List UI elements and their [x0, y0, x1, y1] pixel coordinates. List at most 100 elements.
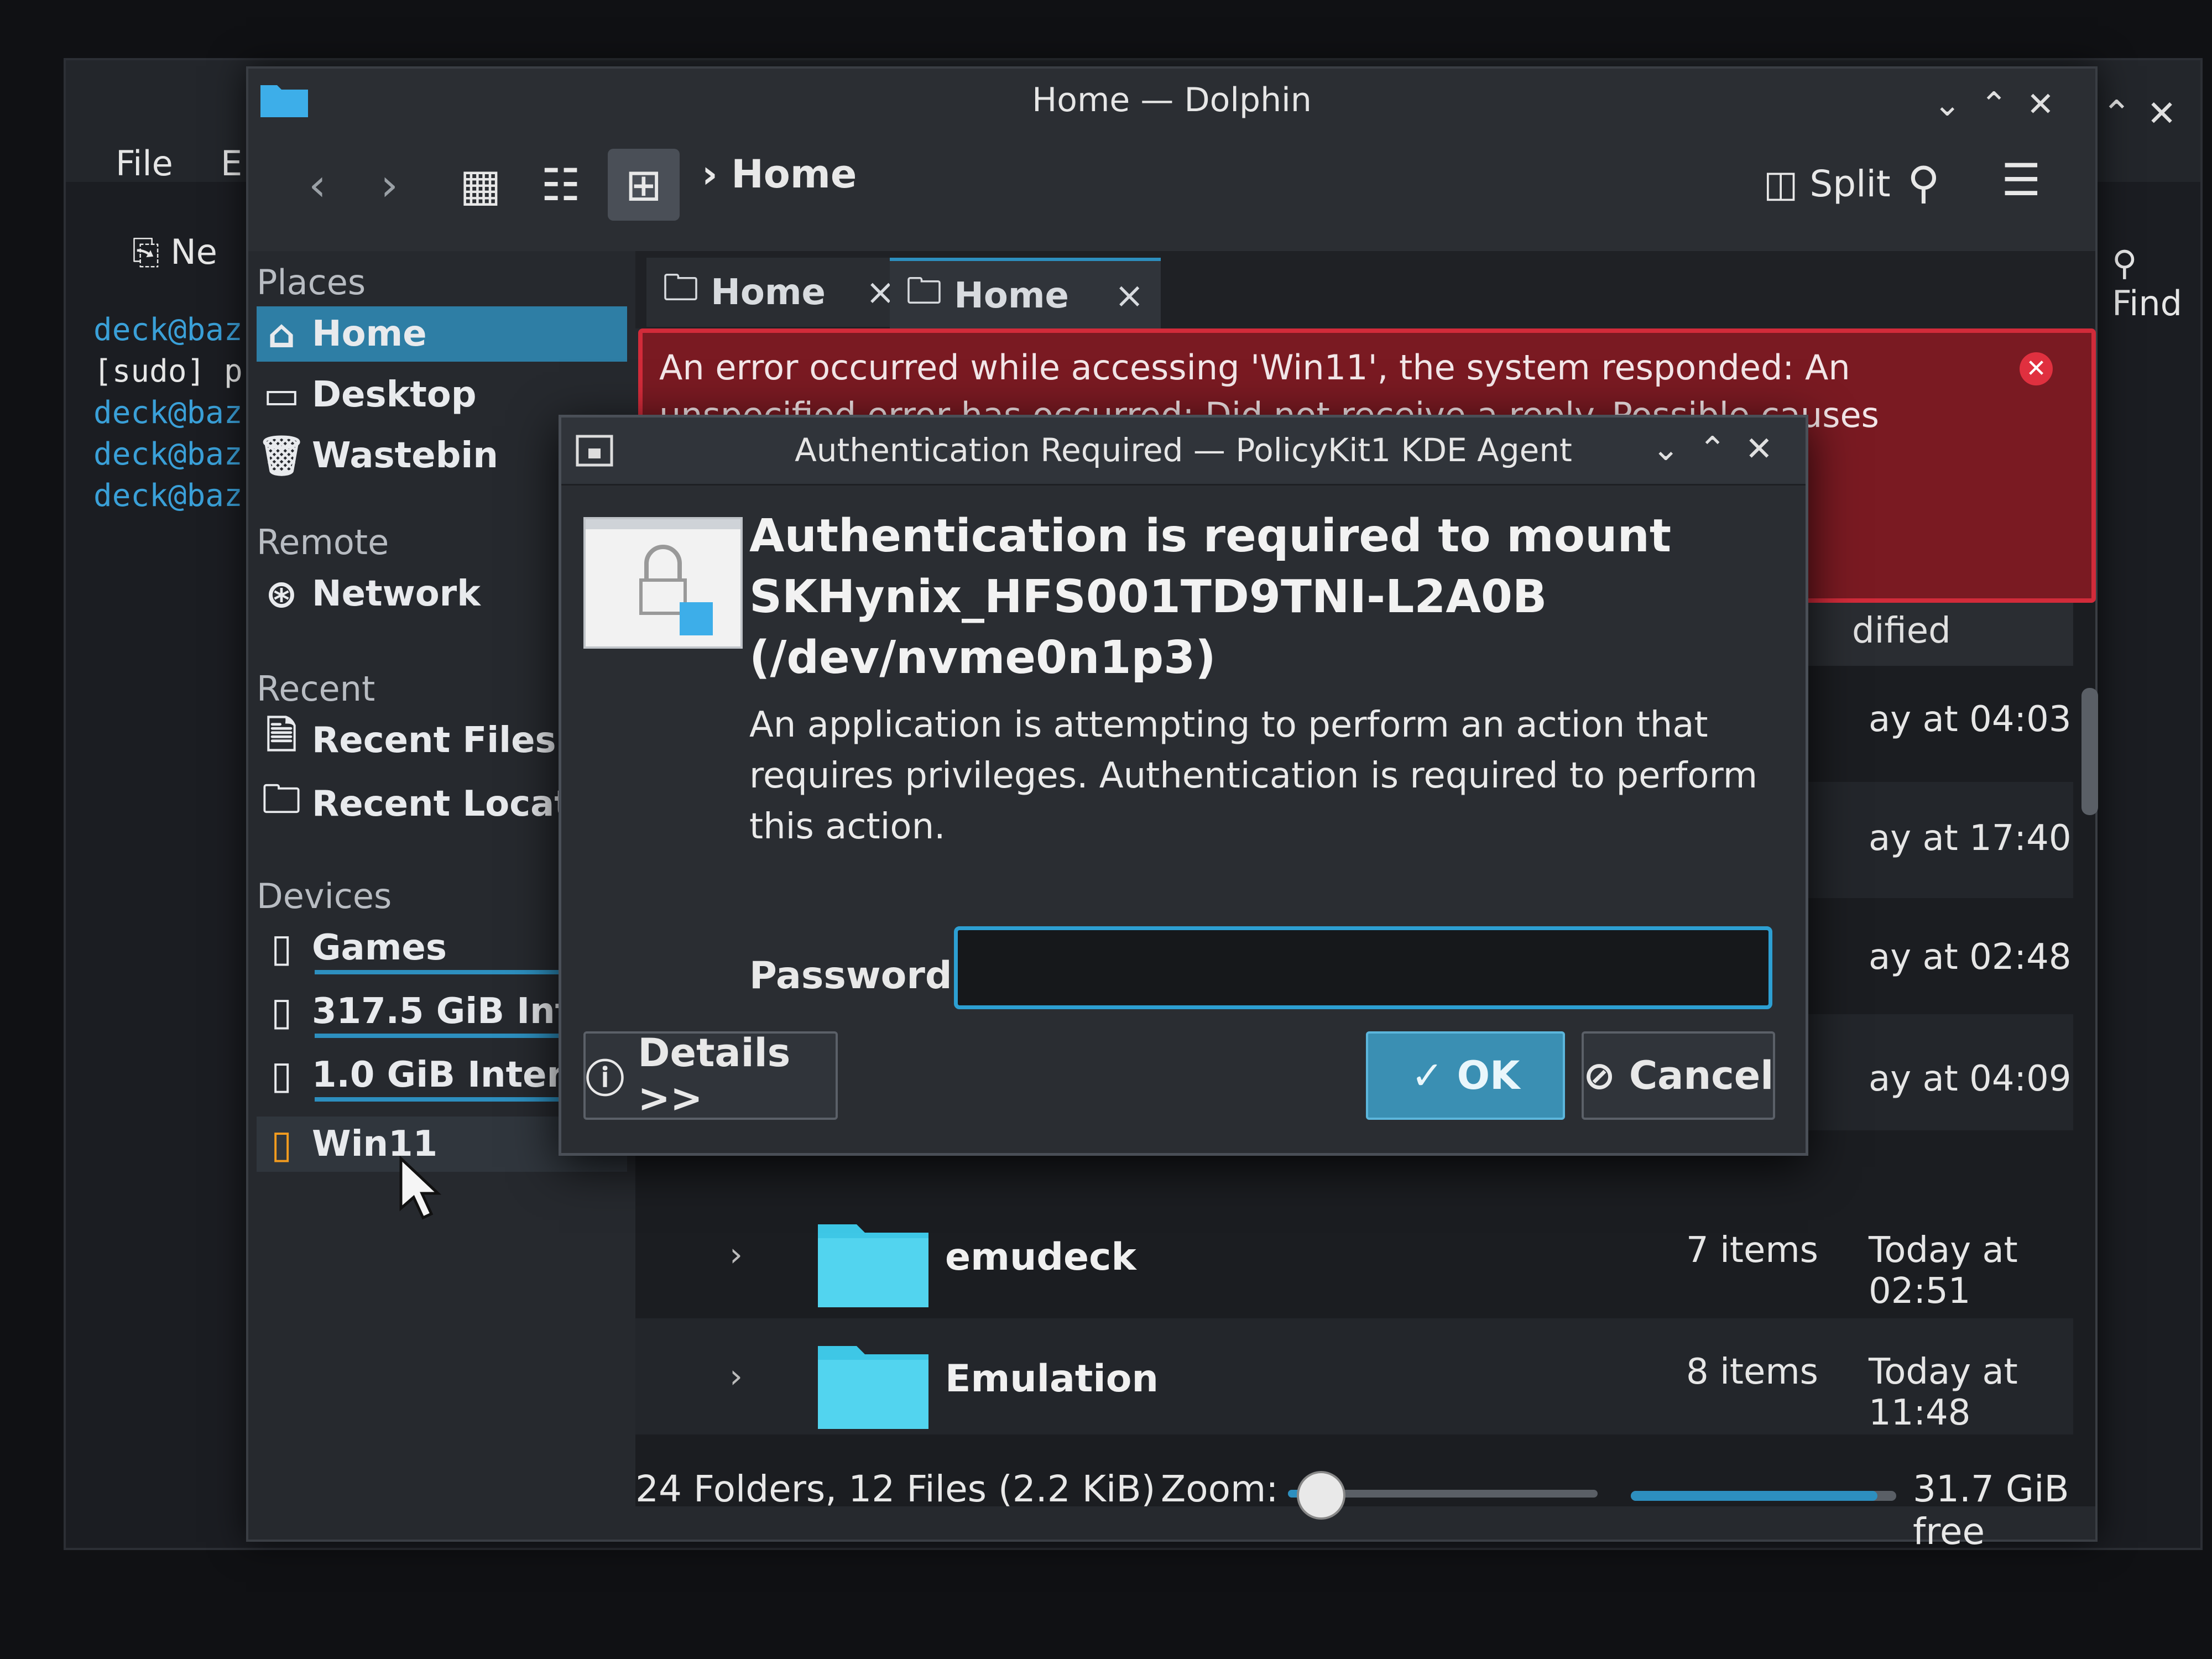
trash-icon: 🗑: [257, 432, 306, 478]
terminal-line: deck@baz: [93, 436, 243, 472]
grid-view-icon: ▦: [460, 159, 502, 211]
row-date: ay at 04:03: [1869, 699, 2072, 740]
places-item-label: Desktop: [312, 374, 477, 415]
breadcrumb-home[interactable]: Home: [731, 152, 857, 197]
ok-label: OK: [1457, 1053, 1520, 1098]
auth-window-controls: ⌄⌃✕: [1652, 430, 1792, 468]
dolphin-window-title: Home — Dolphin: [1032, 81, 1312, 119]
zoom-slider-handle[interactable]: [1297, 1471, 1345, 1520]
drive-error-icon: ▯: [270, 1121, 293, 1167]
tab-home-2[interactable]: 🗀 Home ×: [890, 258, 1161, 330]
close-error-icon[interactable]: ✕: [2020, 352, 2053, 385]
mouse-cursor-icon: [399, 1156, 442, 1220]
folder-icon: [818, 1224, 928, 1307]
row-date: ay at 02:48: [1869, 937, 2072, 978]
maximize-icon[interactable]: ⌃: [1698, 430, 1745, 468]
cancel-button[interactable]: ⊘ Cancel: [1582, 1031, 1775, 1120]
authentication-dialog: Authentication Required — PolicyKit1 KDE…: [559, 415, 1808, 1156]
status-bar: 24 Folders, 12 Files (2.2 KiB) Zoom: 31.…: [635, 1451, 2095, 1553]
maximize-icon[interactable]: ⌃: [1980, 85, 2026, 124]
recent-header: Recent: [257, 669, 375, 709]
zoom-label: Zoom:: [1161, 1468, 1279, 1510]
split-button[interactable]: ◫ Split: [1764, 163, 1891, 205]
places-item-desktop[interactable]: ▭ Desktop: [257, 367, 627, 422]
file-name: Emulation: [945, 1357, 1159, 1401]
terminal-line: deck@baz: [93, 312, 243, 348]
tab-bar: 🗀 Home × 🗀 Home ×: [635, 251, 2095, 330]
file-item-count: 8 items: [1686, 1352, 1818, 1392]
close-icon[interactable]: ✕: [1745, 430, 1792, 468]
folder-icon: [818, 1346, 928, 1429]
usage-bar: [315, 1034, 580, 1038]
places-header: Places: [257, 262, 366, 302]
recent-locations-icon: 🗀: [262, 776, 301, 822]
breadcrumb[interactable]: › Home: [702, 152, 857, 197]
maximize-icon[interactable]: ⌃: [2102, 93, 2147, 134]
expand-icon[interactable]: ›: [729, 1357, 743, 1396]
new-tab-icon: ⎘: [132, 232, 171, 272]
forward-button[interactable]: ›: [353, 149, 425, 221]
table-row-emudeck[interactable]: › emudeck 7 items Today at 02:51: [635, 1197, 2073, 1313]
table-row-emulation[interactable]: › Emulation 8 items Today at 11:48: [635, 1318, 2073, 1434]
column-modified[interactable]: dified: [1852, 611, 1951, 651]
compact-view-icon: ☷: [541, 159, 581, 211]
close-icon[interactable]: ✕: [2027, 85, 2073, 124]
usage-bar: [315, 1097, 580, 1102]
dolphin-titlebar: Home — Dolphin ⌄⌃✕: [248, 69, 2095, 135]
view-compact-button[interactable]: ☷: [525, 149, 597, 221]
info-icon: ⓘ: [586, 1056, 638, 1102]
tab-home-1[interactable]: 🗀 Home ×: [646, 258, 912, 327]
remote-header: Remote: [257, 522, 389, 562]
terminal-new-tab-button[interactable]: ⎘ Ne: [132, 232, 217, 273]
tab-label: Home: [711, 272, 826, 313]
minimize-icon[interactable]: ⌄: [1933, 85, 1980, 124]
cancel-icon: ⊘: [1583, 1053, 1629, 1098]
terminal-menu-file[interactable]: File: [116, 143, 173, 184]
search-icon: ⚲: [1907, 157, 1940, 208]
password-field[interactable]: [954, 926, 1772, 1009]
dolphin-window-controls: ⌄⌃✕: [1933, 85, 2073, 124]
terminal-new-label: Ne: [170, 232, 217, 272]
file-modified: Today at 02:51: [1869, 1230, 2018, 1312]
view-details-button[interactable]: ⊞: [608, 149, 680, 221]
row-date: ay at 04:09: [1869, 1058, 2072, 1099]
drive-icon: ▯: [270, 925, 293, 971]
close-tab-icon[interactable]: ×: [1114, 275, 1144, 316]
folder-icon: 🗀: [906, 270, 954, 312]
auth-window-title: Authentication Required — PolicyKit1 KDE…: [795, 431, 1572, 469]
ok-button[interactable]: ✓ OK: [1366, 1031, 1565, 1120]
places-item-label: Recent Files: [312, 720, 556, 761]
recent-files-icon: 🗎: [265, 712, 298, 758]
split-icon: ◫: [1764, 163, 1810, 205]
split-label: Split: [1809, 163, 1891, 205]
search-button[interactable]: ⚲: [1907, 157, 1940, 208]
close-icon[interactable]: ✕: [2147, 93, 2192, 134]
chevron-right-icon: ›: [702, 152, 732, 197]
hamburger-menu-button[interactable]: ☰: [2001, 154, 2041, 206]
expand-icon[interactable]: ›: [729, 1235, 743, 1274]
desktop-icon: ▭: [263, 372, 300, 418]
folder-icon: 🗀: [663, 267, 711, 309]
checkmark-icon: ✓: [1411, 1053, 1457, 1098]
view-icons-button[interactable]: ▦: [445, 149, 517, 221]
details-button[interactable]: ⓘ Details >>: [583, 1030, 838, 1121]
terminal-line: [sudo] p: [93, 353, 243, 389]
terminal-menu-edit[interactable]: E: [221, 143, 242, 184]
back-button[interactable]: ‹: [281, 149, 353, 221]
free-space-text: 31.7 GiB free: [1913, 1468, 2069, 1553]
terminal-find-label: Find: [2112, 283, 2183, 324]
drive-icon: ▯: [270, 989, 293, 1034]
file-modified: Today at 11:48: [1869, 1352, 2018, 1433]
status-summary: 24 Folders, 12 Files (2.2 KiB): [635, 1468, 1156, 1510]
minimize-icon[interactable]: ⌄: [1652, 430, 1698, 468]
terminal-find-button[interactable]: ⚲ Find: [2112, 243, 2200, 324]
home-icon: ⌂: [267, 311, 296, 357]
auth-description: An application is attempting to perform …: [749, 705, 1758, 847]
free-space-fill: [1631, 1491, 1878, 1501]
file-name: emudeck: [945, 1235, 1136, 1279]
zoom-slider[interactable]: [1288, 1471, 1598, 1520]
places-item-home[interactable]: ⌂ Home: [257, 306, 627, 362]
scrollbar[interactable]: [2081, 688, 2098, 815]
file-item-count: 7 items: [1686, 1230, 1818, 1271]
network-icon: ⊛: [265, 571, 298, 617]
